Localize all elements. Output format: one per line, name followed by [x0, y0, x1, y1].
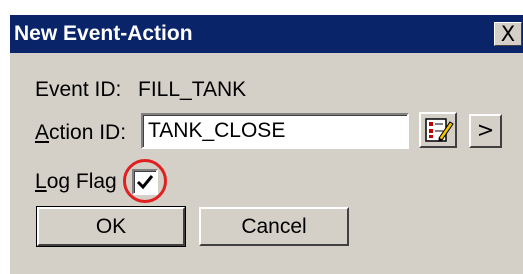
- dialog-title: New Event-Action: [14, 22, 193, 45]
- log-flag-accesskey: L: [35, 170, 47, 193]
- action-id-input[interactable]: TANK_CLOSE: [141, 113, 409, 149]
- edit-list-icon: [425, 118, 454, 142]
- action-id-label: Action ID:: [35, 121, 126, 145]
- cancel-label: Cancel: [241, 215, 307, 238]
- cancel-button[interactable]: Cancel: [199, 207, 349, 246]
- action-id-value: TANK_CLOSE: [148, 119, 286, 142]
- event-id-value: FILL_TANK: [138, 78, 247, 101]
- log-flag-label: Log Flag: [35, 170, 117, 194]
- action-id-label-rest: ction ID:: [49, 121, 127, 144]
- ok-button[interactable]: OK: [36, 206, 186, 247]
- close-button[interactable]: X: [494, 22, 522, 46]
- action-browse-button[interactable]: [419, 112, 457, 148]
- action-id-accesskey: A: [35, 121, 50, 144]
- close-icon: X: [500, 22, 516, 46]
- ok-label: OK: [95, 215, 127, 238]
- highlight-circle: [123, 159, 167, 203]
- chevron-right-icon: >: [476, 118, 495, 142]
- more-button[interactable]: >: [469, 114, 502, 148]
- new-event-action-dialog: New Event-Action X Event ID: FILL_TANK A…: [9, 14, 523, 274]
- title-bar: New Event-Action X: [10, 15, 523, 53]
- event-id-label: Event ID:: [35, 78, 122, 101]
- log-flag-label-rest: og Flag: [46, 170, 117, 193]
